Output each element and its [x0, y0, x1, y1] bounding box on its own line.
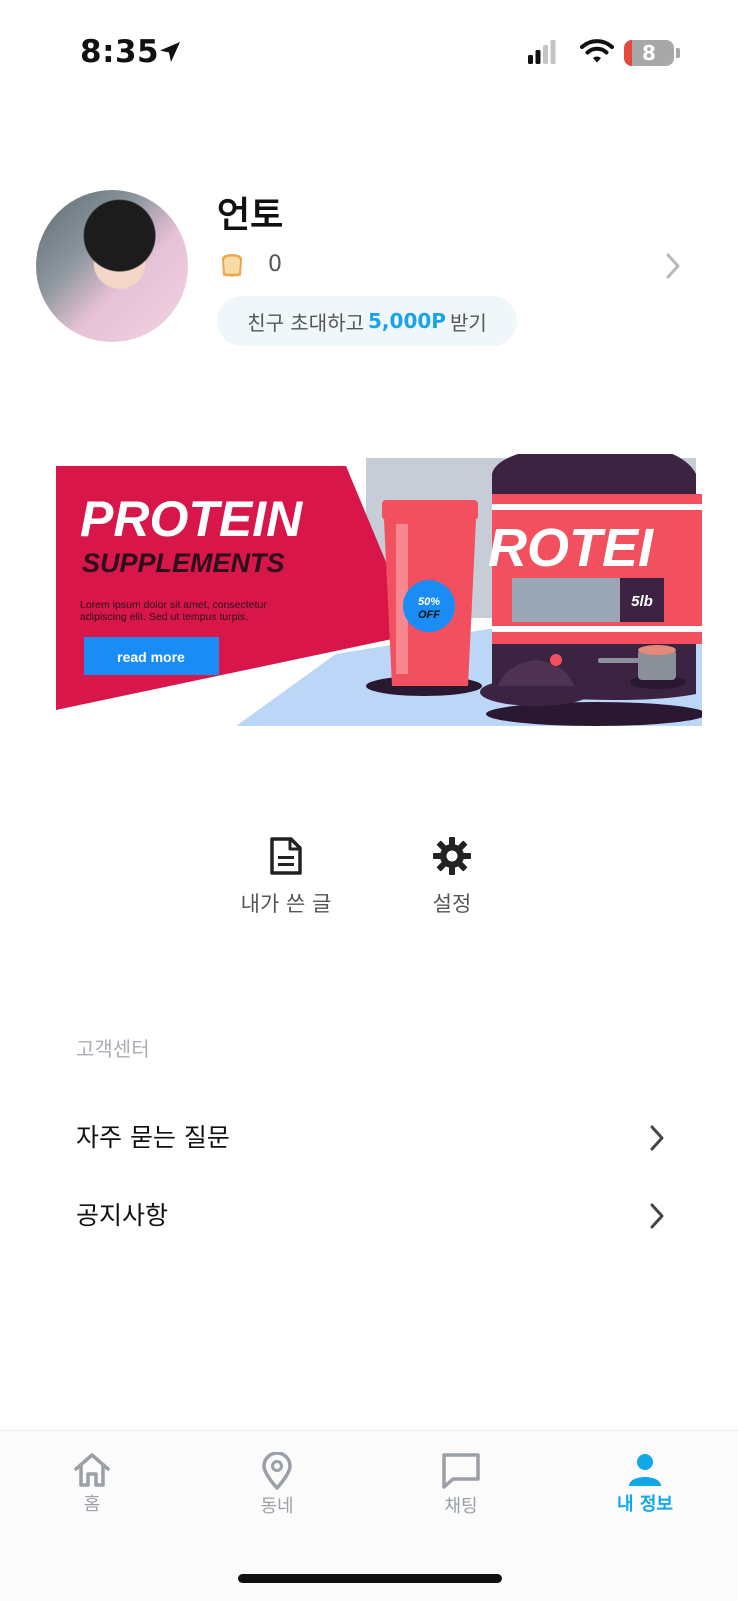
settings-label: 설정 — [432, 892, 472, 916]
read-more-label: read more — [117, 649, 185, 665]
wifi-icon — [580, 39, 614, 63]
chevron-right-icon — [650, 1203, 664, 1229]
home-icon — [74, 1453, 110, 1487]
my-posts-label: 내가 쓴 글 — [240, 892, 332, 916]
discount-line2: OFF — [418, 609, 440, 621]
discount-line1: 50% — [418, 596, 440, 608]
location-arrow-icon — [160, 42, 180, 62]
faq-label: 자주 묻는 질문 — [76, 1123, 230, 1152]
tab-home-label: 홈 — [83, 1494, 101, 1515]
tab-my-info-label: 내 정보 — [617, 1494, 673, 1515]
person-icon — [629, 1454, 661, 1486]
settings-button[interactable]: 설정 — [392, 836, 512, 918]
document-icon — [270, 837, 302, 875]
customer-center-title: 고객센터 — [76, 1037, 150, 1061]
invite-prefix: 친구 초대하고 — [247, 310, 365, 335]
status-time: 8:35 — [80, 34, 160, 70]
invite-amount: 5,000P — [368, 309, 446, 333]
avatar[interactable] — [36, 190, 188, 342]
tab-my-info[interactable]: 내 정보 — [585, 1452, 705, 1516]
chat-bubble-icon — [442, 1453, 480, 1489]
tab-chat[interactable]: 채팅 — [401, 1452, 521, 1518]
cellular-signal-icon — [528, 40, 556, 64]
faq-menu-item[interactable]: 자주 묻는 질문 — [76, 1118, 666, 1178]
tab-home[interactable]: 홈 — [32, 1452, 152, 1516]
chevron-right-icon[interactable] — [664, 252, 682, 280]
tab-chat-label: 채팅 — [444, 1496, 478, 1517]
banner-title: PROTEIN — [80, 491, 303, 547]
protein-banner[interactable]: PROTEIN SUPPLEMENTS Lorem ipsum dolor si… — [36, 454, 702, 726]
bread-icon — [221, 254, 243, 277]
chevron-right-icon — [650, 1125, 664, 1151]
banner-graphic: PROTEIN SUPPLEMENTS Lorem ipsum dolor si… — [56, 454, 702, 726]
invite-suffix: 받기 — [449, 310, 487, 335]
jar-weight: 5lb — [631, 593, 653, 610]
banner-body-line2: adipiscing elit. Sed ut tempus turpis. — [80, 611, 248, 623]
battery-cap — [676, 48, 680, 58]
profile-name[interactable]: 언토 — [217, 186, 283, 238]
notice-label: 공지사항 — [76, 1201, 169, 1230]
location-pin-icon — [262, 1452, 292, 1490]
jar-label: ROTEI — [488, 518, 654, 578]
points-count: 0 — [268, 252, 282, 277]
my-posts-button[interactable]: 내가 쓴 글 — [226, 836, 346, 918]
invite-friends-button[interactable]: 친구 초대하고 5,000P 받기 — [217, 296, 517, 346]
tab-neighborhood-label: 동네 — [260, 1496, 294, 1517]
banner-body-line1: Lorem ipsum dolor sit amet, consectetur — [80, 599, 267, 611]
gear-icon — [433, 837, 471, 875]
home-indicator[interactable] — [238, 1574, 502, 1583]
tab-neighborhood[interactable]: 동네 — [217, 1452, 337, 1518]
banner-subtitle: SUPPLEMENTS — [82, 548, 285, 578]
notice-menu-item[interactable]: 공지사항 — [76, 1196, 666, 1256]
battery-icon: 8 — [624, 40, 674, 66]
